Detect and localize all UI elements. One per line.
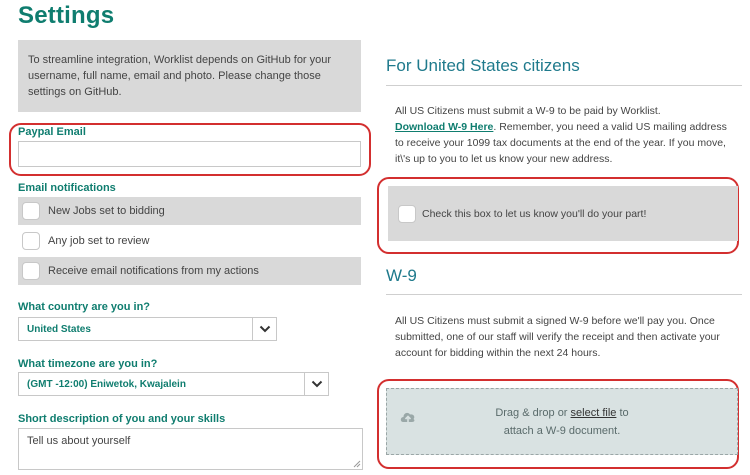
paypal-email-input[interactable] — [18, 141, 361, 167]
dropzone-text: Drag & drop or select file to attach a W… — [387, 404, 737, 440]
do-your-part-row[interactable]: Check this box to let us know you'll do … — [388, 186, 738, 241]
country-label: What country are you in? — [18, 301, 151, 313]
my-actions-label: Receive email notifications from my acti… — [48, 265, 259, 277]
email-notifications-heading: Email notifications — [18, 182, 116, 194]
description-textarea[interactable]: Tell us about yourself — [18, 428, 363, 470]
dropzone-prefix: Drag & drop or — [495, 406, 568, 419]
chevron-down-icon[interactable] — [304, 373, 328, 395]
notification-new-jobs[interactable]: New Jobs set to bidding — [18, 197, 361, 225]
w9-paragraph: All US Citizens must submit a signed W-9… — [395, 315, 720, 359]
us-citizens-paragraph: All US Citizens must submit a W-9 to be … — [395, 103, 735, 167]
my-actions-checkbox[interactable] — [22, 262, 40, 280]
new-jobs-checkbox[interactable] — [22, 202, 40, 220]
review-checkbox[interactable] — [22, 232, 40, 250]
resize-grip-icon[interactable] — [353, 460, 361, 468]
upload-cloud-icon — [400, 412, 415, 423]
timezone-select[interactable]: (GMT -12:00) Eniwetok, Kwajalein — [18, 372, 329, 396]
page-title: Settings — [18, 2, 115, 29]
chevron-down-icon[interactable] — [252, 318, 276, 340]
dropzone-suffix: to — [619, 406, 629, 419]
us-citizens-text-before: All US Citizens must submit a W-9 to be … — [395, 105, 661, 117]
do-your-part-label: Check this box to let us know you'll do … — [422, 207, 647, 220]
us-citizens-title: For United States citizens — [386, 56, 580, 75]
notification-my-actions[interactable]: Receive email notifications from my acti… — [18, 257, 361, 285]
new-jobs-label: New Jobs set to bidding — [48, 205, 165, 217]
paypal-email-label: Paypal Email — [18, 126, 86, 138]
timezone-label: What timezone are you in? — [18, 358, 158, 370]
dropzone-line2: attach a W-9 document. — [503, 424, 621, 437]
country-selected-value: United States — [27, 323, 91, 335]
review-label: Any job set to review — [48, 235, 150, 247]
github-info-box: To streamline integration, Worklist depe… — [18, 40, 361, 112]
us-citizens-divider — [386, 85, 742, 86]
w9-divider — [386, 294, 742, 295]
timezone-selected-value: (GMT -12:00) Eniwetok, Kwajalein — [27, 378, 186, 390]
country-select[interactable]: United States — [18, 317, 277, 341]
description-label: Short description of you and your skills — [18, 413, 226, 425]
download-w9-link[interactable]: Download W-9 Here — [395, 121, 493, 133]
w9-dropzone[interactable]: Drag & drop or select file to attach a W… — [386, 388, 738, 455]
do-your-part-checkbox[interactable] — [398, 204, 416, 223]
w9-title: W-9 — [386, 266, 417, 285]
select-file-link[interactable]: select file — [571, 407, 617, 419]
notification-review[interactable]: Any job set to review — [18, 227, 361, 255]
